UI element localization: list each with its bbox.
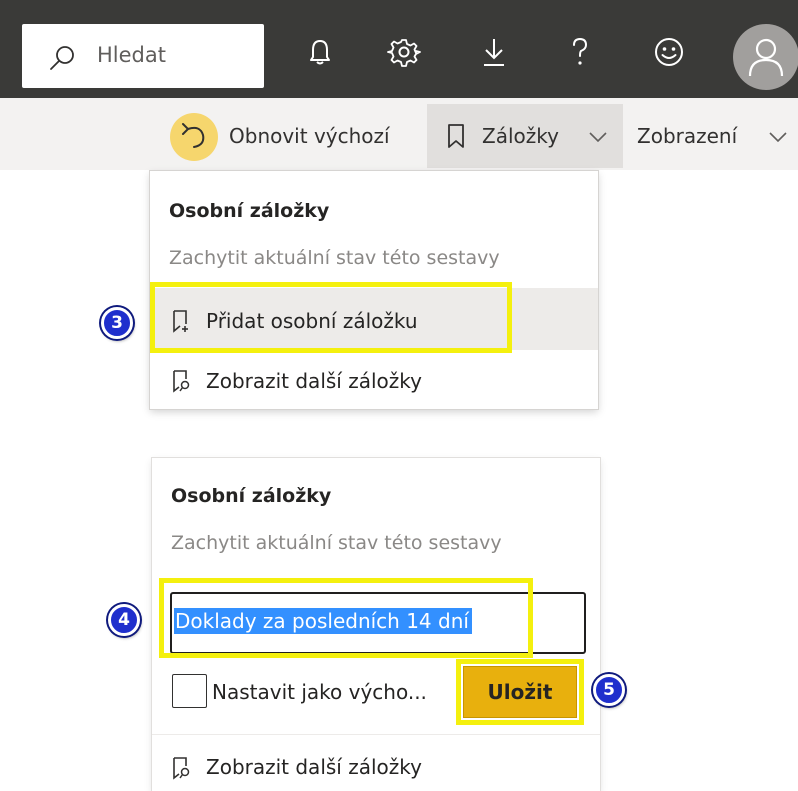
set-default-checkbox[interactable] bbox=[172, 674, 207, 708]
undo-icon bbox=[182, 123, 205, 148]
callout-highlight bbox=[456, 659, 584, 725]
search-box[interactable]: Hledat bbox=[22, 24, 264, 88]
set-default-label: Nastavit jako výcho... bbox=[212, 680, 427, 704]
chevron-down-icon bbox=[589, 132, 607, 143]
callout-highlight bbox=[150, 282, 512, 353]
divider bbox=[152, 734, 600, 735]
panel-title: Osobní záložky bbox=[169, 200, 330, 222]
panel-subtitle: Zachytit aktuální stav této sestavy bbox=[169, 247, 500, 269]
bookmarks-label: Záložky bbox=[482, 124, 559, 148]
top-bar: Hledat bbox=[0, 0, 798, 98]
step-badge-4: 4 bbox=[108, 604, 140, 636]
reset-highlight bbox=[170, 113, 218, 161]
callout-highlight bbox=[159, 578, 533, 658]
search-placeholder: Hledat bbox=[97, 43, 166, 67]
show-more-bookmarks-link[interactable]: Zobrazit další záložky bbox=[206, 755, 422, 779]
reset-default-button[interactable]: Obnovit výchozí bbox=[229, 124, 390, 148]
step-badge-3: 3 bbox=[101, 307, 133, 339]
bookmark-icon bbox=[448, 124, 464, 148]
bookmark-search-icon bbox=[173, 370, 190, 393]
help-icon[interactable] bbox=[563, 35, 597, 69]
bookmark-search-icon bbox=[173, 757, 190, 780]
gear-icon[interactable] bbox=[387, 35, 421, 69]
view-menu-button[interactable]: Zobrazení bbox=[637, 124, 737, 148]
avatar[interactable] bbox=[733, 24, 798, 90]
avatar-icon bbox=[748, 38, 784, 77]
panel-title: Osobní záložky bbox=[171, 485, 332, 507]
search-icon bbox=[50, 46, 74, 70]
panel-subtitle: Zachytit aktuální stav této sestavy bbox=[171, 532, 502, 554]
show-more-bookmarks-link[interactable]: Zobrazit další záložky bbox=[206, 369, 422, 393]
step-badge-5: 5 bbox=[593, 674, 625, 706]
smiley-icon[interactable] bbox=[652, 35, 686, 69]
bell-icon[interactable] bbox=[303, 35, 337, 69]
download-icon[interactable] bbox=[477, 35, 511, 69]
chevron-down-icon bbox=[769, 132, 787, 143]
